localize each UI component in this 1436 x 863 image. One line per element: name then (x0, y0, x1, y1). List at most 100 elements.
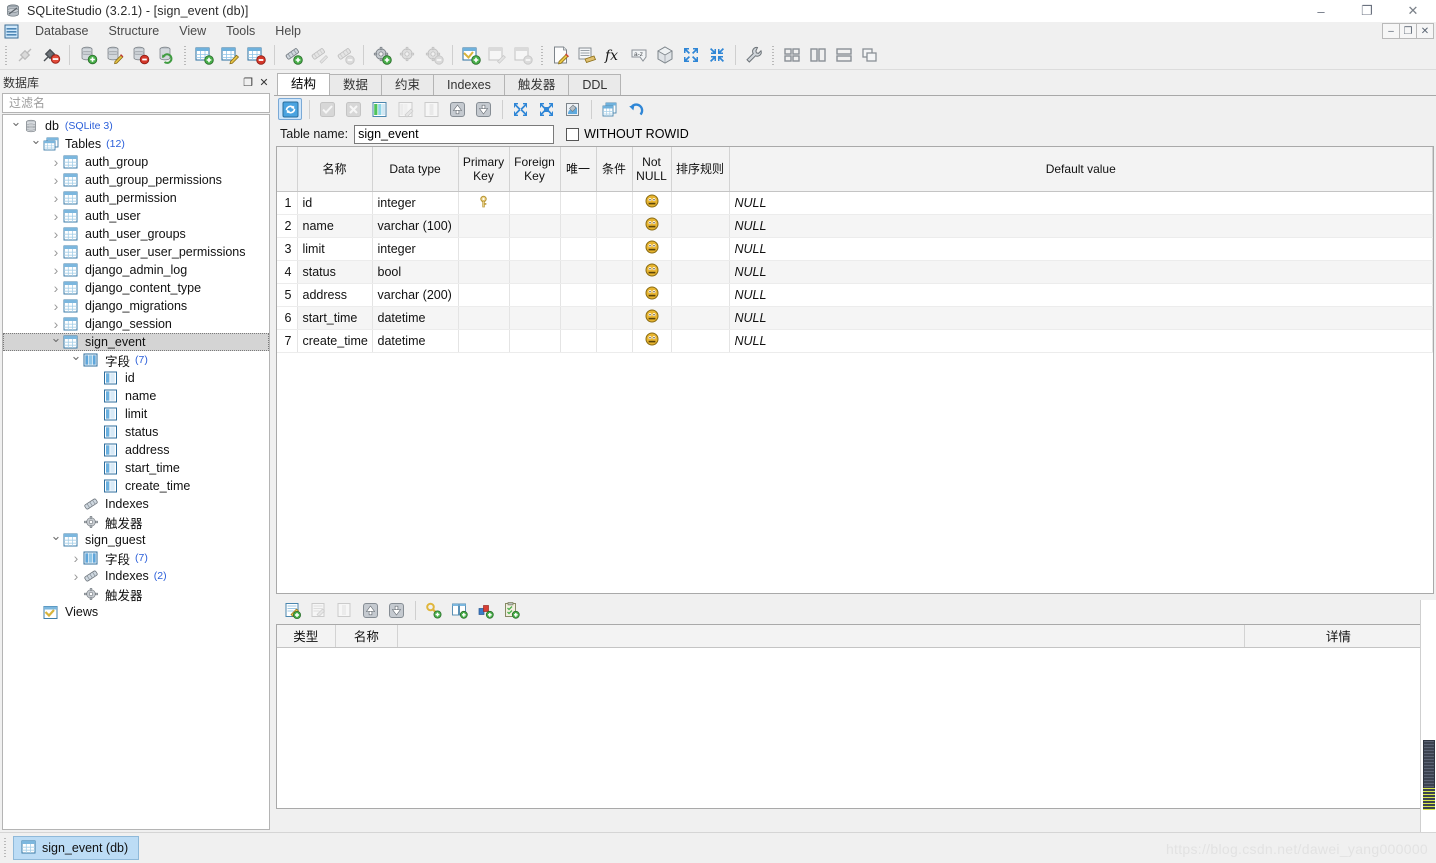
cell-primary-key[interactable] (458, 191, 510, 215)
edit-index-button[interactable] (306, 42, 332, 68)
dock-close-icon[interactable]: ✕ (256, 75, 272, 90)
cell-primary-key[interactable] (458, 283, 510, 307)
cell-name[interactable]: start_time (297, 306, 373, 330)
filter-field-wrapper[interactable] (2, 93, 270, 113)
cell-unique[interactable] (560, 283, 597, 307)
cell-check[interactable] (596, 283, 633, 307)
add-foreign-key-button[interactable] (447, 599, 471, 621)
database-tree[interactable]: db (SQLite 3) Tables (12) auth_group auth_… (2, 114, 270, 830)
commit-changes-button[interactable] (315, 98, 339, 120)
editor-tab-bar[interactable]: 结构 数据 约束 Indexes 触发器 DDL (274, 73, 1436, 96)
create-view-button[interactable] (458, 42, 484, 68)
add-unique-constraint-button[interactable] (473, 599, 497, 621)
without-rowid-checkbox[interactable] (566, 127, 580, 141)
cell-unique[interactable] (560, 260, 597, 284)
tree-expander-icon[interactable] (49, 531, 63, 549)
cell-default-value[interactable]: NULL (729, 283, 1433, 307)
column-header-default[interactable]: Default value (729, 147, 1433, 192)
cell-type[interactable]: varchar (200) (372, 283, 459, 307)
tree-item-auth_user_user_permissions[interactable]: auth_user_user_permissions (3, 243, 269, 261)
cell-check[interactable] (596, 306, 633, 330)
cell-default-value[interactable]: NULL (729, 214, 1433, 238)
cell-foreign-key[interactable] (509, 237, 561, 261)
table-row[interactable]: 2 name varchar (100) NULL (277, 214, 1433, 238)
menu-tools[interactable]: Tools (216, 22, 265, 40)
tree-expander-icon[interactable] (49, 189, 63, 207)
column-header-notnull[interactable]: Not NULL (632, 147, 672, 192)
cell-collate[interactable] (671, 283, 730, 307)
tile-windows-grid-button[interactable] (779, 42, 805, 68)
tree-expander-icon[interactable] (69, 567, 83, 585)
window-close-button[interactable]: ✕ (1390, 0, 1436, 22)
tree-expander-icon[interactable] (49, 171, 63, 189)
collations-editor-button[interactable]: a-z (626, 42, 652, 68)
tree-expander-icon[interactable] (69, 351, 83, 369)
column-header-check[interactable]: 条件 (596, 147, 633, 192)
edit-trigger-button[interactable] (395, 42, 421, 68)
window-minimize-button[interactable]: – (1298, 0, 1344, 22)
tree-item-indexes[interactable]: Indexes (3, 495, 269, 513)
cell-collate[interactable] (671, 214, 730, 238)
remove-database-button[interactable] (127, 42, 153, 68)
cell-unique[interactable] (560, 191, 597, 215)
delete-index-button[interactable] (332, 42, 358, 68)
move-column-up-button[interactable] (445, 98, 469, 120)
cell-not-null[interactable] (632, 260, 672, 284)
tree-item-django_content_type[interactable]: django_content_type (3, 279, 269, 297)
cell-name[interactable]: name (297, 214, 373, 238)
edit-database-button[interactable] (101, 42, 127, 68)
tree-item-create_time[interactable]: create_time (3, 477, 269, 495)
cell-default-value[interactable]: NULL (729, 329, 1433, 353)
tree-expander-icon[interactable] (29, 135, 43, 153)
cell-name[interactable]: limit (297, 237, 373, 261)
column-header-num[interactable] (277, 147, 298, 192)
tree-item-[interactable]: 触发器 (3, 513, 269, 531)
tree-item-sign_event[interactable]: sign_event (3, 333, 269, 351)
cell-type[interactable]: integer (372, 237, 459, 261)
tree-expander-icon[interactable] (49, 225, 63, 243)
cell-unique[interactable] (560, 237, 597, 261)
custom-sql-functions-button[interactable]: fx (600, 42, 626, 68)
tree-item-name[interactable]: name (3, 387, 269, 405)
window-restore-button[interactable]: ❐ (1344, 0, 1390, 22)
add-constraint-button[interactable] (280, 599, 304, 621)
tree-expander-icon[interactable] (49, 261, 63, 279)
mdi-system-icon[interactable] (4, 24, 19, 39)
cell-name[interactable]: id (297, 191, 373, 215)
delete-constraint-button[interactable] (332, 599, 356, 621)
tree-item-auth_user_groups[interactable]: auth_user_groups (3, 225, 269, 243)
move-constraint-down-button[interactable] (384, 599, 408, 621)
tree-expander-icon[interactable] (49, 297, 63, 315)
cell-type[interactable]: varchar (100) (372, 214, 459, 238)
connect-to-database-button[interactable] (12, 42, 38, 68)
tree-expander-icon[interactable] (49, 207, 63, 225)
create-trigger-button[interactable] (369, 42, 395, 68)
constraints-column-header-2[interactable] (397, 625, 1245, 648)
cell-foreign-key[interactable] (509, 191, 561, 215)
window-list-tab-sign-event[interactable]: sign_event (db) (13, 836, 140, 860)
cell-foreign-key[interactable] (509, 306, 561, 330)
open-history-button[interactable] (574, 42, 600, 68)
table-indexes-button[interactable] (560, 98, 584, 120)
tab-2[interactable]: 约束 (381, 74, 435, 95)
tree-item-status[interactable]: status (3, 423, 269, 441)
cell-name[interactable]: status (297, 260, 373, 284)
tree-item-auth_group[interactable]: auth_group (3, 153, 269, 171)
edit-table-button[interactable] (217, 42, 243, 68)
cell-check[interactable] (596, 329, 633, 353)
cell-not-null[interactable] (632, 237, 672, 261)
reset-autoincrement-button[interactable] (623, 98, 647, 120)
menu-database[interactable]: Database (25, 22, 99, 40)
tab-1[interactable]: 数据 (329, 74, 383, 95)
constraints-column-header-1[interactable]: 名称 (335, 625, 399, 648)
tab-0[interactable]: 结构 (277, 73, 331, 95)
cell-primary-key[interactable] (458, 306, 510, 330)
cell-collate[interactable] (671, 260, 730, 284)
cell-type[interactable]: bool (372, 260, 459, 284)
cell-name[interactable]: create_time (297, 329, 373, 353)
tree-item-auth_user[interactable]: auth_user (3, 207, 269, 225)
cell-collate[interactable] (671, 191, 730, 215)
without-rowid-control[interactable]: WITHOUT ROWID (566, 127, 689, 141)
tree-item-django_migrations[interactable]: django_migrations (3, 297, 269, 315)
mdi-restore-button[interactable]: ❐ (1399, 23, 1417, 39)
